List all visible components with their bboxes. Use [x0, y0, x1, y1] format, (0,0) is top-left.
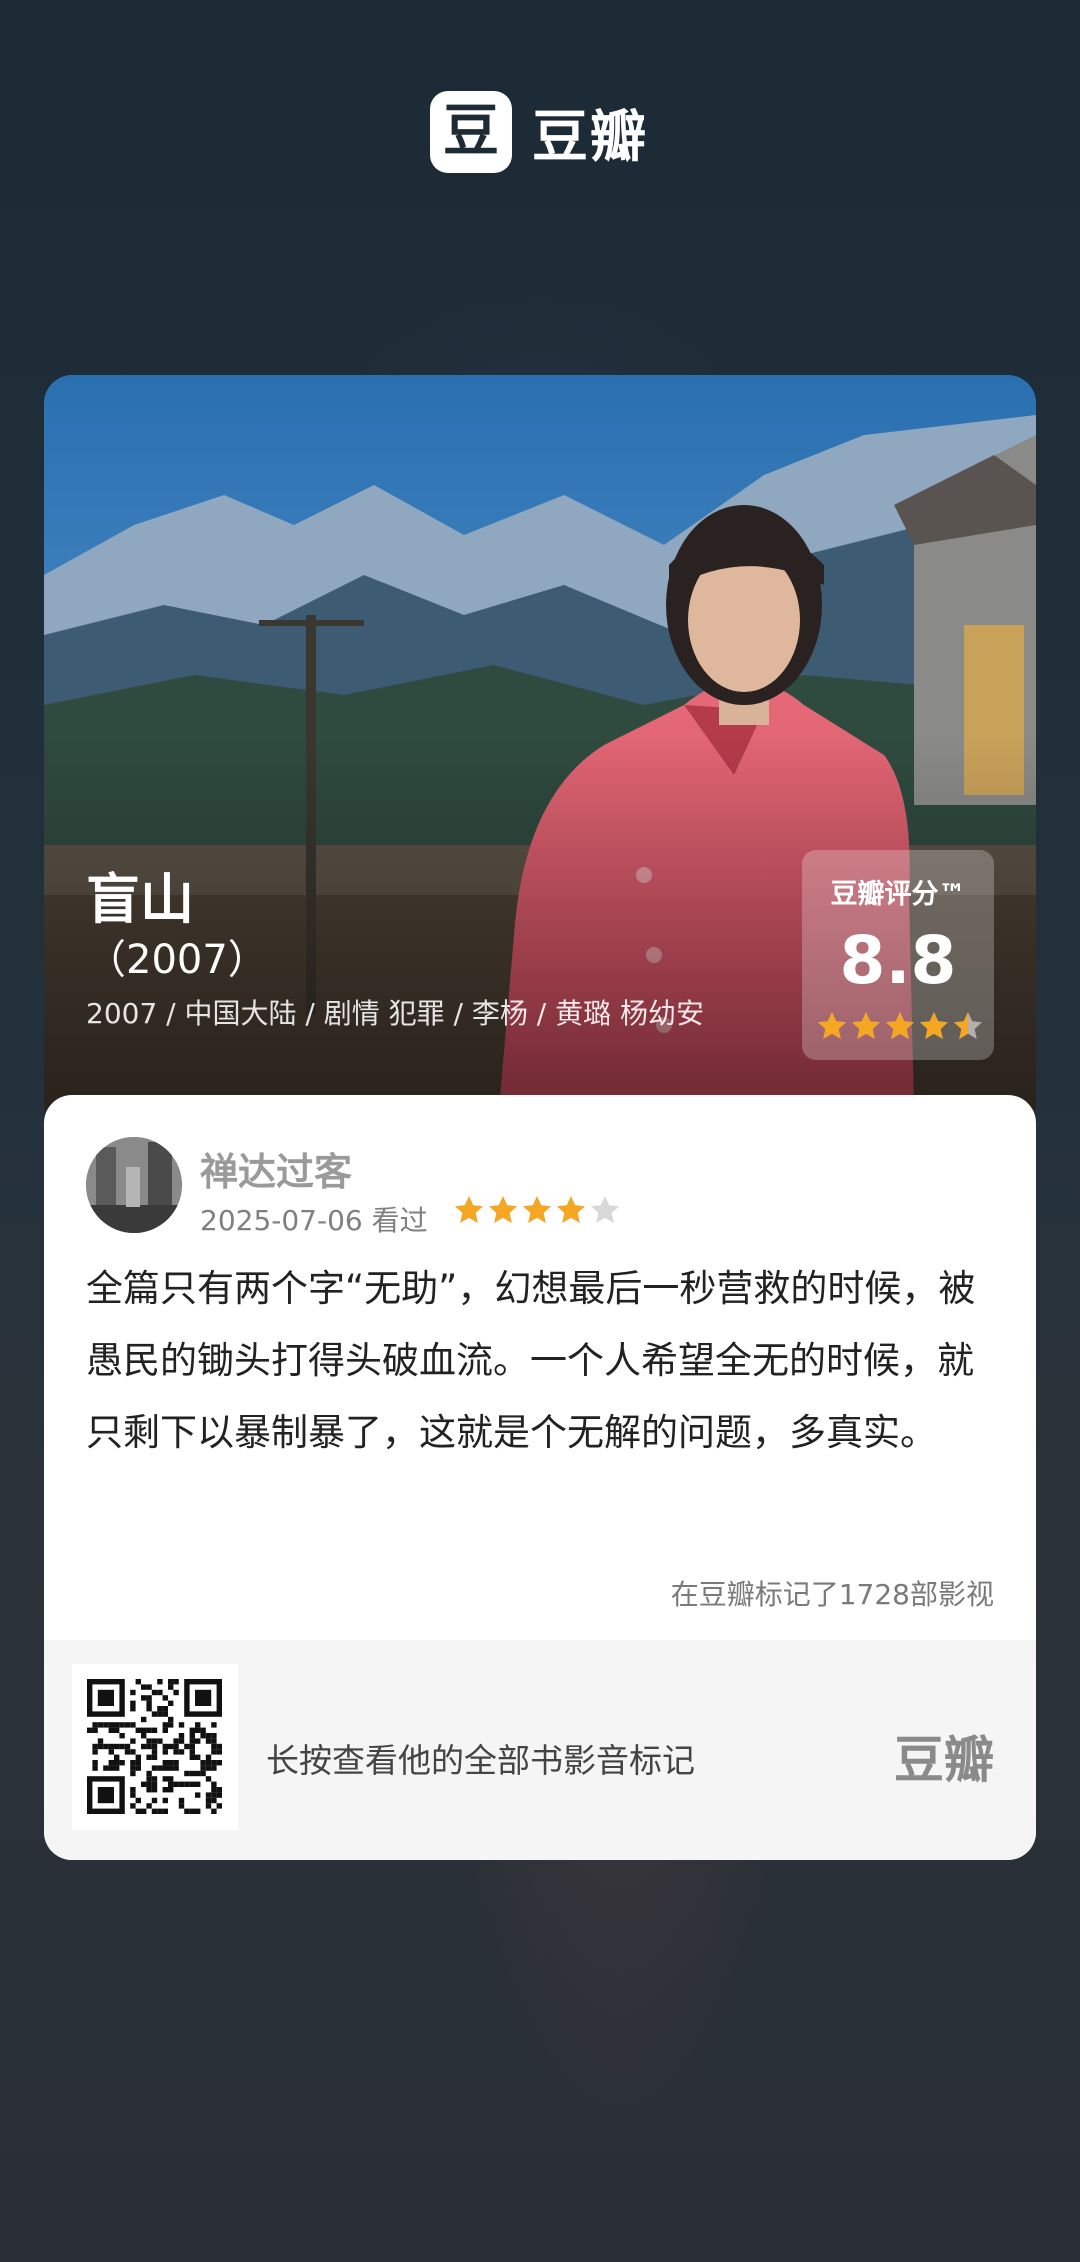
douban-logo-icon: 豆 — [430, 91, 512, 173]
rating-label: 豆瓣评分™ — [830, 879, 966, 910]
douban-rating-box: 豆瓣评分™ 8.8 — [802, 850, 994, 1060]
star-icon — [589, 1194, 621, 1226]
star-icon — [555, 1194, 587, 1226]
rating-stars — [816, 1010, 984, 1042]
star-icon — [952, 1010, 984, 1042]
movie-poster: 盲山 （2007） 2007 / 中国大陆 / 剧情 犯罪 / 李杨 / 黄璐 … — [44, 375, 1036, 1110]
avatar-image — [86, 1137, 182, 1233]
review-date: 2025-07-06 看过 — [200, 1204, 428, 1237]
share-card: 盲山 （2007） 2007 / 中国大陆 / 剧情 犯罪 / 李杨 / 黄璐 … — [44, 375, 1036, 1860]
star-icon — [918, 1010, 950, 1042]
mark-count: 在豆瓣标记了1728部影视 — [670, 1578, 994, 1611]
star-icon — [453, 1194, 485, 1226]
qr-code-graphic — [87, 1679, 222, 1814]
douban-wordmark: 豆瓣 — [894, 1731, 994, 1789]
star-icon — [521, 1194, 553, 1226]
card-footer: 长按查看他的全部书影音标记 豆瓣 — [44, 1640, 1036, 1860]
star-icon — [884, 1010, 916, 1042]
movie-year: （2007） — [86, 937, 268, 983]
avatar[interactable] — [86, 1137, 182, 1233]
long-press-hint: 长按查看他的全部书影音标记 — [266, 1741, 695, 1780]
movie-title: 盲山 — [86, 868, 194, 931]
rating-value: 8.8 — [839, 922, 957, 999]
douban-brand-header: 豆 豆瓣 — [430, 90, 648, 174]
review-panel: 禅达过客 2025-07-06 看过 全篇只有两个字“无助”，幻想最后一秒营救的… — [44, 1095, 1036, 1860]
qr-code-icon[interactable] — [72, 1664, 238, 1830]
brand-name: 豆瓣 — [532, 104, 648, 170]
movie-meta: 2007 / 中国大陆 / 剧情 犯罪 / 李杨 / 黄璐 杨幼安 — [86, 997, 704, 1030]
star-icon — [816, 1010, 848, 1042]
star-icon — [850, 1010, 882, 1042]
star-icon — [487, 1194, 519, 1226]
logo-glyph: 豆 — [443, 99, 499, 164]
review-text: 全篇只有两个字“无助”，幻想最后一秒营救的时候，被愚民的锄头打得头破血流。一个人… — [86, 1267, 976, 1454]
user-name[interactable]: 禅达过客 — [200, 1141, 352, 1196]
user-rating-stars — [453, 1194, 621, 1226]
